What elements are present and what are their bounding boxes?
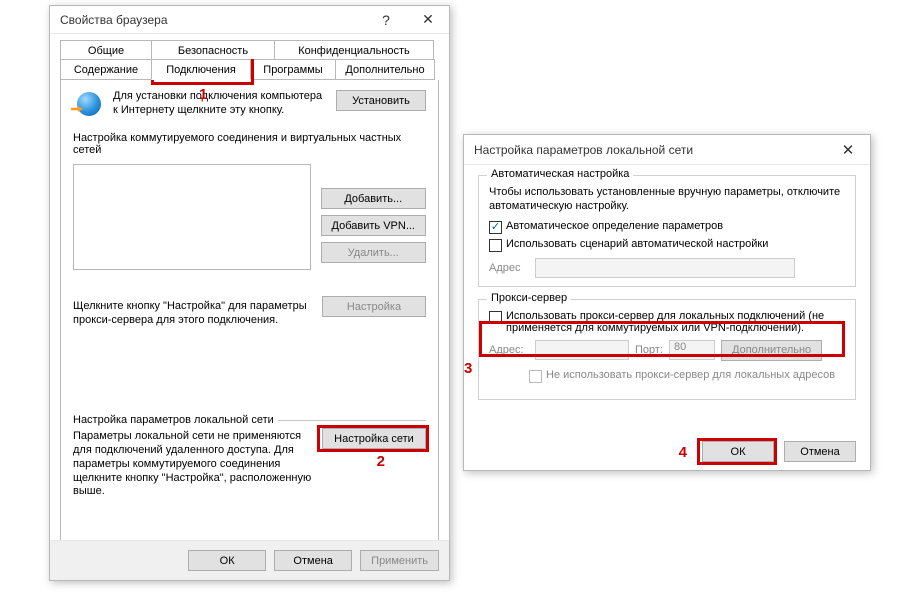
globe-icon [73,90,105,122]
tab-connections[interactable]: Подключения [151,59,251,80]
cancel-button[interactable]: Отмена [274,550,352,571]
remove-button[interactable]: Удалить... [321,242,426,263]
dialup-hint: Щелкните кнопку "Настройка" для параметр… [73,300,313,328]
help-button[interactable]: ? [365,6,407,34]
ok-button[interactable]: ОК [188,550,266,571]
auto-config-heading: Автоматическая настройка [487,168,633,180]
tab-content[interactable]: Содержание [60,59,152,80]
lan-heading: Настройка параметров локальной сети [73,414,274,426]
close-button[interactable]: ✕ [407,6,449,34]
divider [278,420,426,421]
tab-advanced[interactable]: Дополнительно [335,59,435,80]
auto-detect-checkbox[interactable] [489,221,502,234]
auto-detect-label: Автоматическое определение параметров [506,220,723,232]
add-button[interactable]: Добавить... [321,188,426,209]
proxy-heading: Прокси-сервер [487,292,571,304]
lan-settings-dialog: Настройка параметров локальной сети ✕ Ав… [463,134,871,471]
use-script-checkbox[interactable] [489,239,502,252]
annotation-number-2: 2 [377,453,385,470]
script-address-label: Адрес [489,262,529,274]
auto-config-desc: Чтобы использовать установленные вручную… [489,186,845,214]
close-button[interactable]: ✕ [826,135,870,165]
use-proxy-label: Использовать прокси-сервер для локальных… [506,310,845,334]
proxy-address-label: Адрес: [489,344,529,356]
proxy-advanced-button[interactable]: Дополнительно [721,340,822,361]
cancel-button[interactable]: Отмена [784,441,856,462]
use-script-label: Использовать сценарий автоматической нас… [506,238,768,250]
tab-programs[interactable]: Программы [250,59,336,80]
auto-config-group: Автоматическая настройка Чтобы использов… [478,175,856,287]
dialup-settings-button[interactable]: Настройка [322,296,426,317]
dialup-list[interactable] [73,164,311,270]
dialog-title: Настройка параметров локальной сети [474,143,826,157]
lan-settings-button[interactable]: Настройка сети [322,428,426,449]
internet-properties-dialog: Свойства браузера ? ✕ Общие Безопасность… [49,5,450,581]
lan-description: Параметры локальной сети не применяются … [73,430,313,499]
ok-button[interactable]: ОК [702,441,774,462]
tab-panel-connections: Для установки подключения компьютера к И… [60,80,439,558]
dialog-footer: ОК Отмена Применить [50,540,449,580]
proxy-group: Прокси-сервер Использовать прокси-сервер… [478,299,856,400]
install-button[interactable]: Установить [336,90,426,111]
proxy-port-label: Порт: [635,344,663,356]
use-proxy-checkbox[interactable] [489,311,502,324]
annotation-number-4: 4 [679,444,687,461]
apply-button[interactable]: Применить [360,550,439,571]
tab-general[interactable]: Общие [60,40,152,60]
annotation-number-1: 1 [199,86,207,103]
bypass-local-label: Не использовать прокси-сервер для локаль… [546,369,835,381]
tab-privacy[interactable]: Конфиденциальность [274,40,434,60]
annotation-number-3: 3 [464,360,472,377]
tab-security[interactable]: Безопасность [151,40,275,60]
titlebar[interactable]: Настройка параметров локальной сети ✕ [464,135,870,165]
script-address-input[interactable] [535,258,795,278]
install-description: Для установки подключения компьютера к И… [113,90,328,118]
titlebar[interactable]: Свойства браузера ? ✕ [50,6,449,34]
dialup-heading: Настройка коммутируемого соединения и ви… [73,132,426,156]
add-vpn-button[interactable]: Добавить VPN... [321,215,426,236]
proxy-address-input[interactable] [535,340,629,360]
proxy-port-input[interactable]: 80 [669,340,715,360]
bypass-local-checkbox[interactable] [529,370,542,383]
dialog-title: Свойства браузера [60,13,365,27]
